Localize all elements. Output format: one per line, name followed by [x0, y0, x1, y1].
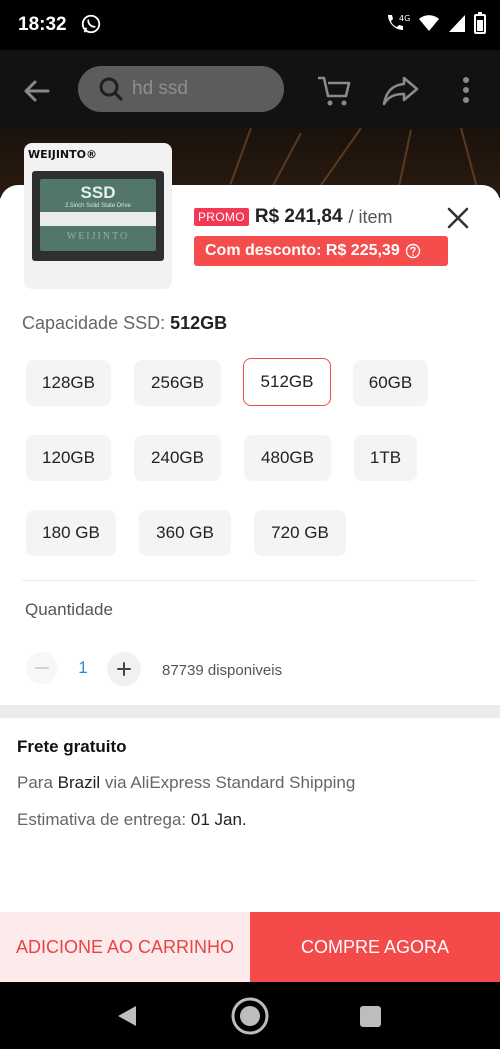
- thumbnail-brand: WEIJINTO®: [28, 148, 97, 161]
- quantity-decrease-button[interactable]: [26, 652, 58, 684]
- battery-icon: [474, 12, 486, 34]
- capacity-label-text: Capacidade SSD:: [22, 313, 166, 333]
- capacity-option[interactable]: 720 GB: [254, 510, 346, 556]
- shipping-destination[interactable]: Para Brazil via AliExpress Standard Ship…: [17, 773, 355, 793]
- share-icon[interactable]: [382, 72, 420, 108]
- nav-recents-icon[interactable]: [360, 1006, 381, 1027]
- buy-now-button[interactable]: COMPRE AGORA: [250, 912, 500, 982]
- ssd-brand: WEIJINTO: [66, 231, 130, 242]
- close-icon[interactable]: [446, 206, 470, 230]
- app-bar: hd ssd: [0, 50, 500, 128]
- eta-value: 01 Jan.: [190, 810, 247, 829]
- signal-icon: [449, 15, 465, 32]
- shipping-to-prefix: Para: [17, 773, 53, 792]
- capacity-option[interactable]: 1TB: [354, 435, 417, 481]
- add-to-cart-button[interactable]: ADICIONE AO CARRINHO: [0, 912, 250, 982]
- status-bar: 18:32 4G: [0, 0, 500, 50]
- search-bar[interactable]: hd ssd: [78, 66, 284, 112]
- shipping-title: Frete gratuito: [17, 737, 127, 756]
- divider: [22, 580, 478, 581]
- capacity-label: Capacidade SSD: 512GB: [22, 313, 227, 334]
- quantity-value[interactable]: 1: [73, 658, 93, 678]
- status-time: 18:32: [18, 14, 67, 35]
- section-separator: [0, 705, 500, 718]
- price-unit: / item: [348, 206, 393, 227]
- capacity-option[interactable]: 120GB: [26, 435, 111, 481]
- capacity-selected: 512GB: [170, 313, 228, 333]
- capacity-option[interactable]: 240GB: [134, 435, 221, 481]
- more-options-icon[interactable]: [456, 74, 476, 106]
- cart-icon[interactable]: [316, 72, 352, 108]
- discount-text: Com desconto: R$ 225,39: [205, 242, 400, 259]
- capacity-option-selected[interactable]: 512GB: [243, 358, 331, 406]
- capacity-option[interactable]: 180 GB: [26, 510, 116, 556]
- capacity-option[interactable]: 256GB: [134, 360, 221, 406]
- delivery-estimate: Estimativa de entrega: 01 Jan.: [17, 810, 247, 830]
- ssd-image: SSD 2.5inch Solid State Drive WEIJINTO: [32, 171, 164, 261]
- network-label: 4G: [399, 14, 410, 23]
- product-thumbnail[interactable]: WEIJINTO® SSD 2.5inch Solid State Drive …: [24, 143, 172, 289]
- ssd-title: SSD: [80, 183, 116, 202]
- wifi-icon: [419, 15, 439, 31]
- whatsapp-icon: [81, 14, 101, 34]
- sku-selection-sheet: [0, 185, 500, 982]
- nav-home-icon[interactable]: [230, 996, 270, 1036]
- eta-label: Estimativa de entrega:: [17, 810, 187, 829]
- capacity-option[interactable]: 360 GB: [139, 510, 231, 556]
- price-row: PROMO R$ 241,84 / item: [194, 206, 393, 228]
- promo-badge: PROMO: [194, 208, 249, 226]
- price: R$ 241,84: [254, 206, 343, 227]
- search-icon: [99, 77, 123, 101]
- capacity-option[interactable]: 128GB: [26, 360, 111, 406]
- capacity-option[interactable]: 60GB: [353, 360, 428, 406]
- discount-badge[interactable]: Com desconto: R$ 225,39: [194, 236, 448, 266]
- quantity-label: Quantidade: [25, 600, 113, 619]
- system-nav-bar: [0, 982, 500, 1049]
- stock-available: 87739 disponiveis: [162, 662, 283, 679]
- back-arrow-icon[interactable]: [22, 76, 52, 106]
- capacity-option[interactable]: 480GB: [244, 435, 331, 481]
- shipping-country: Brazil: [57, 773, 101, 792]
- shipping-method: via AliExpress Standard Shipping: [104, 773, 356, 792]
- quantity-increase-button[interactable]: [107, 652, 141, 686]
- search-query: hd ssd: [132, 78, 188, 99]
- info-icon: [405, 243, 420, 259]
- ssd-subtitle: 2.5inch Solid State Drive: [65, 203, 131, 209]
- nav-back-icon[interactable]: [116, 1004, 138, 1028]
- wifi-call-icon: 4G: [388, 14, 410, 30]
